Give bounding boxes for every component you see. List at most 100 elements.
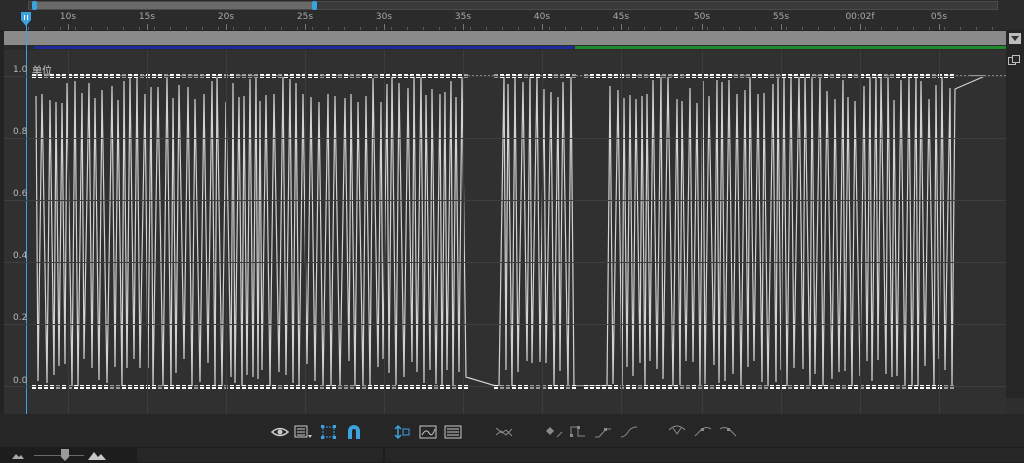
ruler-tick-minor [360, 27, 361, 30]
eye-icon[interactable] [271, 424, 289, 440]
hold-keyframe-icon[interactable] [569, 424, 587, 440]
ruler-tick-minor [455, 27, 456, 30]
ruler-tick-minor [644, 27, 645, 30]
value-axis-label: 0.6 [13, 189, 28, 199]
ruler-tick-minor [218, 27, 219, 30]
ruler-tick-minor [518, 27, 519, 30]
ruler-tick-minor [613, 27, 614, 30]
ruler-tick-major [939, 24, 940, 30]
ruler-tick-label: 00:02f [845, 12, 875, 22]
ruler-tick-major [781, 24, 782, 30]
ruler-tick-label: 25s [296, 12, 314, 22]
ruler-tick-major [147, 24, 148, 30]
fit-all-icon[interactable] [419, 424, 437, 440]
large-mountain-icon[interactable] [88, 449, 106, 460]
grid-col [68, 50, 69, 414]
grid-row [4, 324, 1006, 325]
value-axis-label: 1.0 [13, 65, 28, 75]
ruler-tick-minor [154, 27, 155, 30]
curve-polyline[interactable] [35, 75, 986, 387]
transform-box-icon[interactable] [320, 424, 338, 440]
scroll-corner [1006, 398, 1024, 414]
grid-row [4, 262, 1006, 263]
ruler-tick-minor [376, 27, 377, 30]
ruler-tick-label: 20s [217, 12, 235, 22]
ruler-tick-minor [786, 27, 787, 30]
separate-dimensions-icon[interactable] [495, 424, 513, 440]
ruler-tick-label: 10s [59, 12, 77, 22]
easy-ease-icon[interactable] [668, 424, 686, 440]
status-field-wide[interactable] [385, 448, 1024, 462]
grid-col [542, 50, 543, 414]
grid-row [4, 386, 1006, 387]
small-mountain-icon[interactable] [12, 451, 24, 459]
auto-bezier-icon[interactable] [620, 424, 638, 440]
zoom-slider-thumb[interactable] [61, 449, 69, 461]
ruler-tick-label: 15s [138, 12, 156, 22]
playhead-handle[interactable] [20, 12, 32, 26]
ruler-tick-minor [107, 27, 108, 30]
grid-col [226, 50, 227, 414]
grid-col [860, 50, 861, 414]
ruler-tick-minor [486, 27, 487, 30]
ruler-tick-minor [818, 27, 819, 30]
graph-options-icon[interactable] [1008, 55, 1020, 66]
linear-keyframe-icon[interactable] [594, 424, 612, 440]
ruler-tick-minor [660, 27, 661, 30]
ruler-tick-minor [597, 27, 598, 30]
ruler-tick-minor [91, 27, 92, 30]
ruler-tick-minor [281, 27, 282, 30]
ruler-tick-minor [423, 27, 424, 30]
value-axis-label: 0.8 [13, 127, 28, 137]
graph-overlay-icon[interactable] [444, 424, 462, 440]
speed-graph-curve[interactable] [0, 0, 1024, 463]
ruler-tick-major [621, 24, 622, 30]
fit-selection-icon[interactable] [393, 424, 411, 440]
ruler-tick-minor [723, 27, 724, 30]
ruler-tick-minor [739, 27, 740, 30]
ruler-tick-minor [581, 27, 582, 30]
ruler-tick-major [860, 24, 861, 30]
ruler-tick-minor [297, 27, 298, 30]
keyframe-edit-icon[interactable] [545, 424, 563, 440]
ruler-tick-minor [249, 27, 250, 30]
ruler-tick-label: 50s [693, 12, 711, 22]
easy-ease-out-icon[interactable] [719, 424, 737, 440]
ruler-tick-minor [391, 27, 392, 30]
ruler-tick-minor [328, 27, 329, 30]
ruler-tick-major [702, 24, 703, 30]
status-field[interactable] [137, 448, 383, 462]
ruler-tick-minor [60, 27, 61, 30]
ruler-tick-minor [44, 27, 45, 30]
collapse-down-icon[interactable] [1009, 33, 1021, 44]
value-axis-label: 0.4 [13, 251, 28, 261]
ruler-tick-major [305, 24, 306, 30]
ruler-tick-minor [233, 27, 234, 30]
ruler-tick-minor [549, 27, 550, 30]
easy-ease-in-icon[interactable] [694, 424, 712, 440]
ruler-tick-major [384, 24, 385, 30]
playhead-line[interactable] [26, 24, 27, 414]
ruler-tick-minor [628, 27, 629, 30]
grid-row [4, 138, 1006, 139]
ruler-tick-major [542, 24, 543, 30]
grid-col [621, 50, 622, 414]
right-scroll-column[interactable] [1006, 30, 1024, 414]
ruler-tick-minor [202, 27, 203, 30]
grid-row [4, 200, 1006, 201]
grid-col [463, 50, 464, 414]
snap-icon[interactable] [345, 424, 363, 440]
ruler-tick-minor [75, 27, 76, 30]
graph-type-menu-icon[interactable] [294, 424, 312, 440]
value-axis-label: 0.0 [13, 376, 28, 386]
ruler-tick-minor [565, 27, 566, 30]
ruler-tick-minor [960, 27, 961, 30]
ruler-tick-minor [802, 27, 803, 30]
ruler-tick-minor [676, 27, 677, 30]
ruler-tick-label: 55s [772, 12, 790, 22]
zoom-slider[interactable] [34, 455, 84, 456]
ruler-tick-label: 40s [533, 12, 551, 22]
ruler-tick-minor [186, 27, 187, 30]
ruler-tick-minor [407, 27, 408, 30]
ruler-tick-major [68, 24, 69, 30]
